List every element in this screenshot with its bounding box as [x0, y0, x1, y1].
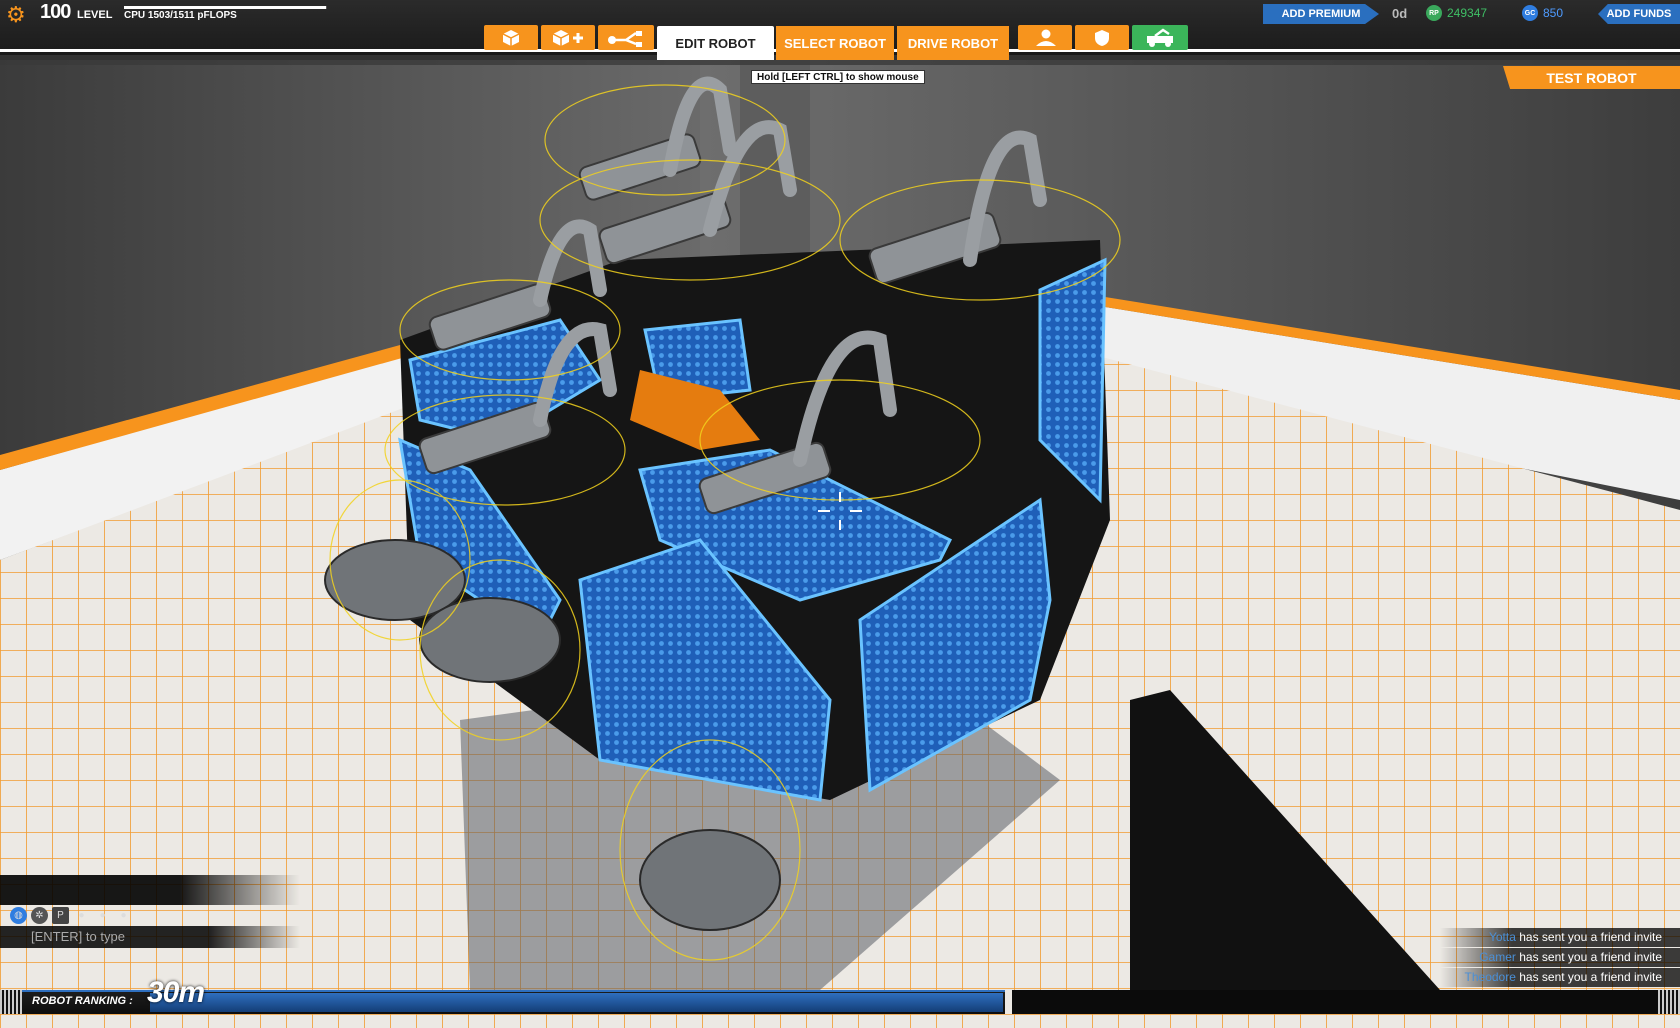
shield-icon [1095, 29, 1109, 46]
tab-drive-robot[interactable]: DRIVE ROBOT [897, 26, 1009, 60]
user-icon[interactable]: ● [115, 907, 132, 924]
garage-scene[interactable] [0, 0, 1680, 1028]
robot-ranking-fill [150, 993, 1003, 1012]
globe-icon[interactable]: ◍ [10, 907, 27, 924]
chat-input[interactable]: [ENTER] to type [0, 926, 300, 948]
player-button[interactable] [1018, 25, 1072, 50]
ranking-bar-stripes [0, 990, 22, 1014]
garage-icon [1147, 27, 1173, 47]
chat-log [0, 875, 300, 905]
premium-days: 0d [1392, 6, 1408, 21]
friend-invite-notification[interactable]: Gamer has sent you a friend invite [1440, 948, 1680, 967]
user-icon[interactable]: ● [94, 907, 111, 924]
cpu-bar-fill [124, 6, 326, 9]
add-premium-button[interactable]: ADD PREMIUM [1263, 4, 1379, 24]
player-level-number: 100 [40, 1, 71, 23]
garage-button[interactable] [1132, 25, 1188, 50]
robits-value: 249347 [1447, 6, 1488, 20]
player-icon [1036, 29, 1056, 46]
friend-invite-notification[interactable]: Theodore has sent you a friend invite [1440, 968, 1680, 987]
robot-ranking-label: ROBOT RANKING : [32, 995, 133, 1007]
notification-sender: Yotta [1488, 930, 1516, 944]
robits-icon: RP [1426, 5, 1442, 21]
shield-button[interactable] [1075, 25, 1129, 50]
cube-icon [502, 29, 520, 46]
friend-invite-notification[interactable]: Yotta has sent you a friend invite [1440, 928, 1680, 947]
cube-icon-button[interactable] [484, 25, 538, 50]
tab-select-robot[interactable]: SELECT ROBOT [776, 26, 894, 60]
test-robot-button[interactable]: TEST ROBOT [1503, 66, 1680, 89]
galaxy-coins-value: 850 [1543, 6, 1564, 20]
notification-sender: Gamer [1479, 950, 1516, 964]
chat-channel-tabs: ◍ ✲ P ● ● ● [10, 907, 132, 924]
party-icon[interactable]: P [52, 907, 69, 924]
notification-text: has sent you a friend invite [1519, 970, 1662, 984]
control-hint: Hold [LEFT CTRL] to show mouse [751, 70, 925, 84]
notification-text: has sent you a friend invite [1519, 930, 1662, 944]
status-bar-stripes [1658, 990, 1680, 1014]
user-icon[interactable]: ● [73, 907, 90, 924]
cpu-bar [124, 6, 327, 9]
settings-gear-icon[interactable]: ⚙ [6, 4, 28, 26]
status-bar-right [1012, 990, 1680, 1014]
cube-add-button[interactable] [541, 25, 595, 50]
notification-text: has sent you a friend invite [1519, 950, 1662, 964]
connect-button[interactable] [598, 25, 654, 50]
tab-edit-robot[interactable]: EDIT ROBOT [657, 26, 774, 60]
connect-icon [608, 30, 642, 47]
cube-add-icon [552, 29, 583, 46]
player-level-label: LEVEL [77, 9, 113, 21]
group-icon[interactable]: ✲ [31, 907, 48, 924]
galaxy-coins-icon: GC [1522, 5, 1538, 21]
notification-sender: Theodore [1464, 970, 1516, 984]
robot-ranking-value: 30m [147, 976, 205, 1009]
add-funds-button[interactable]: ADD FUNDS [1598, 4, 1680, 24]
cpu-readout: CPU 1503/1511 pFLOPS [124, 10, 237, 21]
